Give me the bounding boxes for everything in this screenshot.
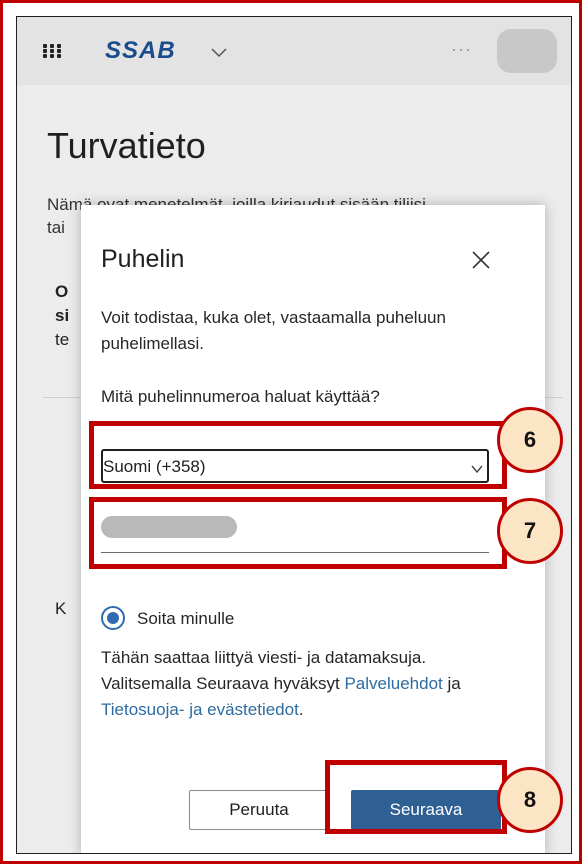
top-bar: SSAB ··· [17,17,571,85]
chevron-down-icon[interactable] [210,45,228,58]
charges-notice-and: ja [442,674,461,693]
charges-notice-end: . [298,700,304,719]
call-me-label: Soita minulle [137,609,235,628]
apps-grid-icon[interactable] [43,44,61,58]
page-description-continued: tai [47,218,65,237]
privacy-link[interactable]: Tietosuoja- ja evästetiedot [101,700,299,719]
step-marker-7: 7 [497,498,563,564]
highlight-next-button [325,760,507,834]
charges-notice: Tähän saattaa liittyä viesti- ja datamak… [101,645,511,723]
page-title: Turvatieto [47,125,206,166]
background-heading-fragment: O [55,282,69,301]
terms-link[interactable]: Palveluehdot [344,674,442,693]
step-marker-6: 6 [497,407,563,473]
dialog-intro: Voit todistaa, kuka olet, vastaamalla pu… [101,308,446,353]
step-marker-8: 8 [497,767,563,833]
phone-question: Mitä puhelinnumeroa haluat käyttää? [101,387,380,406]
highlight-country-select [89,421,507,489]
avatar[interactable] [497,29,557,73]
more-options-icon[interactable]: ··· [451,39,472,60]
call-me-radio[interactable] [101,606,125,630]
annotation-frame: SSAB ··· Turvatieto Nämä ovat menetelmät… [0,0,582,864]
background-heading-fragment-2: si [55,306,70,325]
brand-logo: SSAB [105,37,176,64]
close-icon[interactable] [470,249,492,271]
background-text-fragment-2: K [55,599,67,618]
highlight-phone-input [89,497,507,569]
cancel-button[interactable]: Peruuta [189,790,329,830]
dialog-title: Puhelin [101,245,185,273]
background-text-fragment: te [55,330,70,349]
